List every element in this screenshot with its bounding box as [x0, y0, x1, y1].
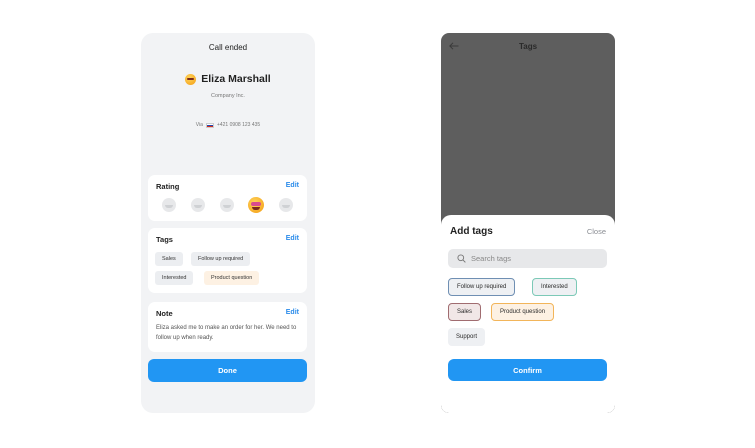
via-label: Via [195, 122, 203, 128]
slovakia-flag-icon [205, 122, 214, 128]
company-name: Company Inc. [211, 93, 245, 99]
tag-product-question: Product question [204, 271, 260, 285]
chip-product-question[interactable]: Product question [491, 303, 555, 321]
rating-emoji-4-icon[interactable] [248, 197, 265, 213]
rating-emoji-2-icon[interactable] [190, 198, 205, 212]
search-input[interactable] [471, 254, 591, 263]
add-tags-sheet: Add tags Close Follow up required Intere… [441, 215, 615, 413]
rating-emoji-1-icon[interactable] [162, 198, 176, 212]
chip-interested[interactable]: Interested [532, 278, 577, 296]
rating-card: Rating Edit [148, 175, 307, 221]
chip-follow-up-required[interactable]: Follow up required [448, 278, 516, 296]
close-button[interactable]: Close [587, 227, 606, 236]
phone-number: +421 0908 123 435 [216, 122, 261, 128]
rating-options [162, 197, 293, 213]
rating-edit-link[interactable]: Edit [286, 182, 299, 191]
contact-emoji-icon [185, 73, 197, 85]
search-icon [457, 254, 466, 263]
note-text: Eliza asked me to make an order for her.… [156, 325, 297, 341]
sheet-title: Add tags [450, 226, 493, 237]
rating-emoji-5-icon[interactable] [279, 198, 293, 212]
contact-name: Eliza Marshall [201, 73, 271, 85]
confirm-button[interactable]: Confirm [448, 359, 607, 381]
via-number: Via +421 0908 123 435 [141, 122, 315, 128]
tag-follow-up-required: Follow up required [191, 252, 251, 266]
note-edit-link[interactable]: Edit [286, 309, 299, 318]
tag-sales: Sales [155, 252, 183, 266]
contact-header: Eliza Marshall [141, 73, 315, 85]
rating-emoji-3-icon[interactable] [219, 198, 234, 212]
rating-title: Rating [156, 182, 180, 191]
done-button[interactable]: Done [148, 359, 307, 382]
search-box[interactable] [448, 249, 607, 268]
screen-title: Call ended [208, 43, 248, 52]
tags-edit-link[interactable]: Edit [286, 235, 299, 244]
screen-title: Tags [518, 42, 538, 51]
chip-sales[interactable]: Sales [448, 303, 482, 321]
chip-support[interactable]: Support [448, 328, 486, 346]
tags-card: Tags Edit Sales Follow up required Inter… [148, 228, 307, 293]
call-summary-screen: Call ended Eliza Marshall Company Inc. V… [141, 33, 315, 413]
note-card: Note Edit Eliza asked me to make an orde… [148, 302, 307, 352]
tags-title: Tags [156, 235, 173, 244]
note-title: Note [156, 309, 173, 318]
add-tags-screen: Tags Add tags Close Follow up required I… [441, 33, 615, 413]
tag-interested: Interested [155, 271, 194, 285]
